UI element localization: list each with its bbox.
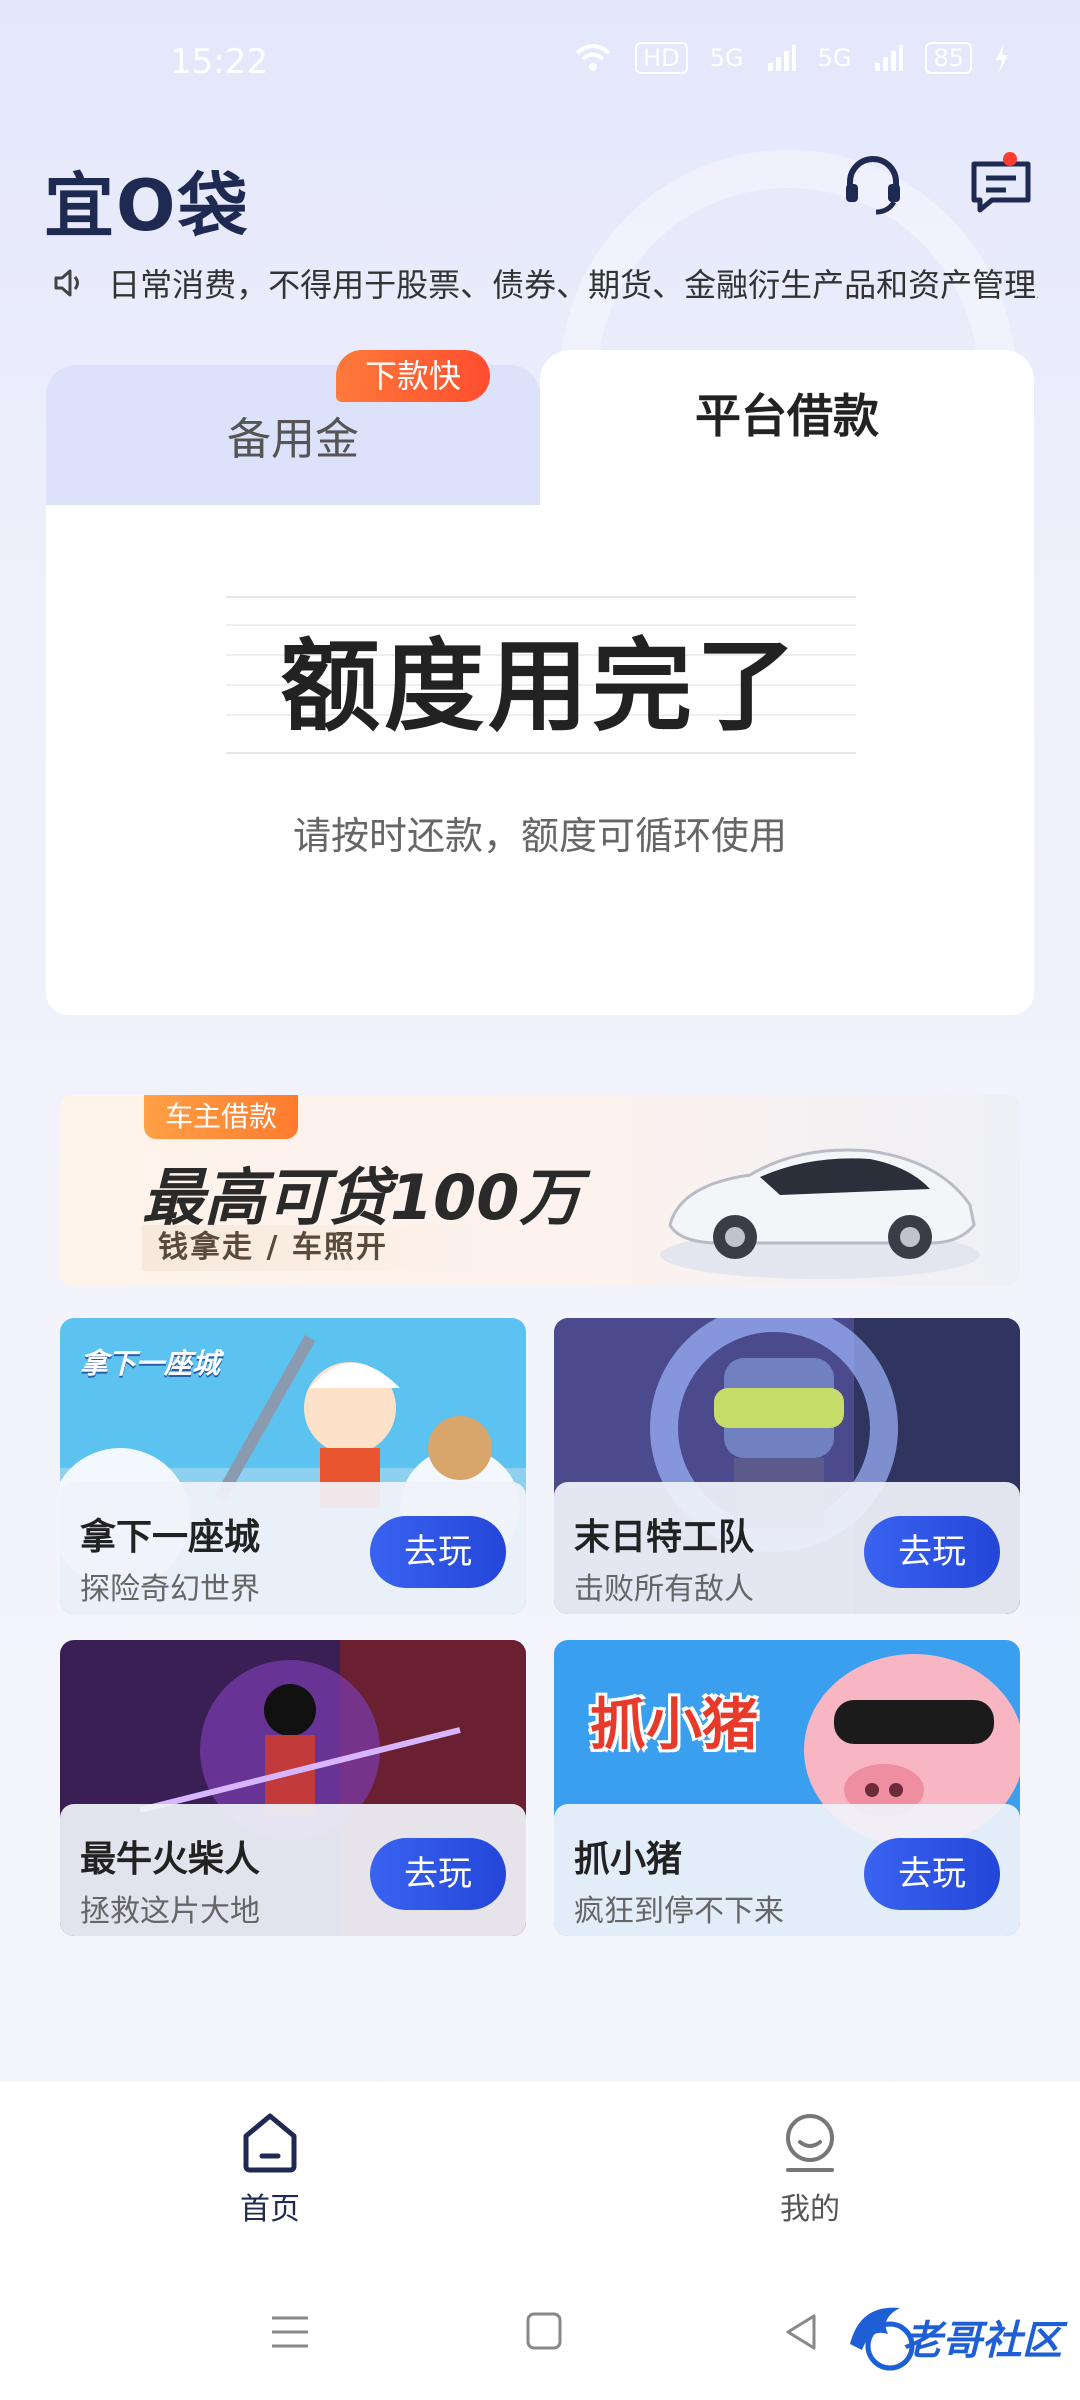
game-card[interactable]: 末日特工队 击败所有敌人 去玩 bbox=[554, 1318, 1020, 1614]
charging-icon bbox=[996, 43, 1008, 73]
status-time: 15:22 bbox=[170, 42, 268, 82]
game-card[interactable]: 抓小猪 抓小猪 疯狂到停不下来 去玩 bbox=[554, 1640, 1020, 1936]
play-button[interactable]: 去玩 bbox=[864, 1838, 1000, 1910]
game-name: 拿下一座城 bbox=[80, 1517, 261, 1558]
tab-platform-loan[interactable]: 平台借款 bbox=[540, 350, 1034, 510]
speaker-icon bbox=[54, 269, 79, 297]
profile-icon bbox=[786, 2114, 834, 2172]
unread-dot bbox=[1003, 152, 1017, 166]
game-info: 末日特工队 击败所有敌人 去玩 bbox=[554, 1482, 1020, 1614]
tab-profile-label: 我的 bbox=[780, 2192, 840, 2227]
battery-indicator: 85 bbox=[925, 42, 972, 74]
system-nav-bar: 老哥社区 bbox=[0, 2272, 1080, 2400]
watermark-text: 老哥社区 bbox=[902, 2318, 1062, 2364]
quota-status-subtitle: 请按时还款，额度可循环使用 bbox=[292, 814, 787, 858]
home-icon bbox=[243, 2113, 297, 2173]
wifi-icon bbox=[575, 44, 611, 71]
game-name: 最牛火柴人 bbox=[80, 1839, 261, 1880]
signal-icon bbox=[767, 45, 796, 71]
notice-text: 日常消费，不得用于股票、债券、期货、金融衍生产品和资产管理产品 bbox=[108, 266, 1038, 300]
quota-panel: 额度用完了 请按时还款，额度可循环使用 bbox=[46, 505, 1034, 1015]
signal-5g-2: 5G bbox=[817, 44, 852, 72]
game-art-title: 拿下一座城 bbox=[80, 1347, 221, 1380]
hd-badge: HD bbox=[635, 42, 688, 74]
home-square-icon[interactable] bbox=[524, 2310, 564, 2352]
headset-icon[interactable] bbox=[838, 150, 908, 220]
watermark-logo: 老哥社区 bbox=[840, 2294, 1070, 2374]
game-desc: 拯救这片大地 bbox=[80, 1894, 260, 1929]
bottom-tab-bar: 首页 我的 bbox=[0, 2082, 1080, 2272]
game-desc: 击败所有敌人 bbox=[574, 1572, 754, 1607]
back-icon[interactable] bbox=[782, 2312, 822, 2352]
fast-loan-badge: 下款快 bbox=[336, 350, 490, 402]
menu-icon[interactable] bbox=[268, 2312, 312, 2352]
banner-headline: 最高可贷100万 bbox=[142, 1161, 582, 1234]
play-button[interactable]: 去玩 bbox=[370, 1516, 506, 1588]
game-info: 抓小猪 疯狂到停不下来 去玩 bbox=[554, 1804, 1020, 1936]
signal-5g-1: 5G bbox=[709, 44, 744, 72]
banner-subline: 钱拿走 / 车照开 bbox=[142, 1225, 498, 1271]
game-desc: 探险奇幻世界 bbox=[80, 1572, 260, 1607]
app-logo: 宜O袋 bbox=[44, 165, 250, 247]
game-name: 抓小猪 bbox=[574, 1839, 683, 1880]
tab-home-label: 首页 bbox=[240, 2192, 300, 2227]
game-art-title: 抓小猪 bbox=[590, 1693, 758, 1758]
game-card[interactable]: 拿下一座城 拿下一座城 探险奇幻世界 去玩 bbox=[60, 1318, 526, 1614]
tab-home[interactable]: 首页 bbox=[170, 2112, 370, 2228]
game-card[interactable]: 最牛火柴人 拯救这片大地 去玩 bbox=[60, 1640, 526, 1936]
play-button[interactable]: 去玩 bbox=[370, 1838, 506, 1910]
signal-icon bbox=[875, 45, 904, 71]
message-icon[interactable] bbox=[966, 150, 1036, 220]
game-info: 拿下一座城 探险奇幻世界 去玩 bbox=[60, 1482, 526, 1614]
banner-tag: 车主借款 bbox=[144, 1095, 298, 1139]
loan-card: 备用金 下款快 平台借款 额度用完了 请按时还款，额度可循环使用 bbox=[46, 350, 1034, 1015]
car-image bbox=[660, 1148, 980, 1279]
game-info: 最牛火柴人 拯救这片大地 去玩 bbox=[60, 1804, 526, 1936]
play-button[interactable]: 去玩 bbox=[864, 1516, 1000, 1588]
game-name: 末日特工队 bbox=[574, 1517, 755, 1558]
tab-label: 平台借款 bbox=[695, 389, 879, 443]
car-loan-banner[interactable]: 车主借款 最高可贷100万 钱拿走 / 车照开 bbox=[60, 1095, 1020, 1285]
notice-bar: 日常消费，不得用于股票、债券、期货、金融衍生产品和资产管理产品 bbox=[48, 260, 1038, 300]
quota-status-title: 额度用完了 bbox=[280, 628, 800, 745]
status-bar: 15:22 HD 5G 5G 85 bbox=[0, 42, 1080, 92]
tab-profile[interactable]: 我的 bbox=[710, 2112, 910, 2228]
status-icons: HD 5G 5G 85 bbox=[573, 42, 1010, 74]
game-desc: 疯狂到停不下来 bbox=[574, 1894, 784, 1929]
